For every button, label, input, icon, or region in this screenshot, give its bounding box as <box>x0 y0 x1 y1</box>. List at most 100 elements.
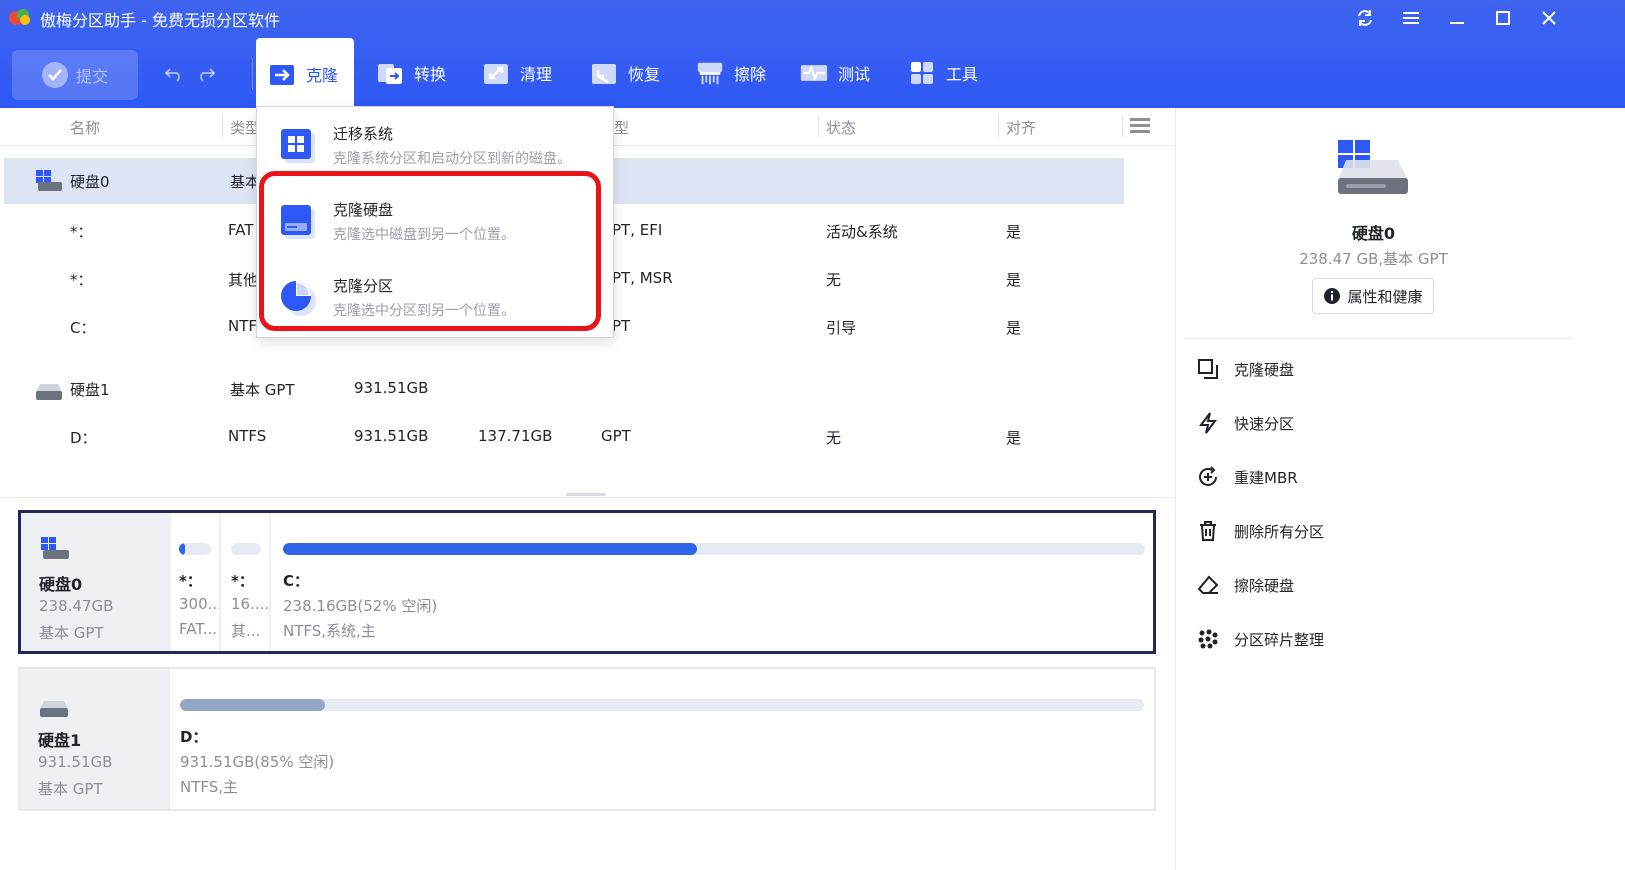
menu-item-desc: 克隆选中磁盘到另一个位置。 <box>333 227 515 243</box>
usage-bar-fill <box>180 699 325 711</box>
usage-bar <box>231 543 261 555</box>
undo-icon[interactable] <box>162 62 186 86</box>
action-delete-all-partitions[interactable]: 删除所有分区 <box>1196 516 1324 546</box>
tool-wipe[interactable]: 擦除 <box>684 38 778 108</box>
row-capacity: 931.51GB <box>354 427 429 445</box>
row-align: 是 <box>1006 223 1022 241</box>
row-name: 硬盘0 <box>70 173 110 191</box>
trash-icon <box>1196 519 1220 543</box>
row-status: 无 <box>826 429 842 447</box>
disk-map-disk1[interactable]: 硬盘1 931.51GB 基本 GPT D： 931.51GB(85% 空闲) … <box>18 667 1156 811</box>
cleanup-icon <box>482 59 510 87</box>
minimize-icon[interactable] <box>1442 4 1472 32</box>
tool-convert[interactable]: 转换 <box>364 38 458 108</box>
col-name[interactable]: 名称 <box>70 117 100 138</box>
tool-label: 测试 <box>838 65 871 84</box>
menu-item-title: 迁移系统 <box>333 125 394 143</box>
action-label: 快速分区 <box>1234 414 1295 433</box>
commit-button[interactable]: 提交 <box>12 50 138 100</box>
selected-disk-name: 硬盘0 <box>1351 224 1396 243</box>
row-fs: GPT <box>601 427 631 445</box>
disk-map-disk0[interactable]: 硬盘0 238.47GB 基本 GPT *： 300... FAT... *： … <box>18 510 1156 654</box>
column-settings-icon[interactable] <box>1130 117 1150 139</box>
menu-item-desc: 克隆选中分区到另一个位置。 <box>333 303 515 319</box>
commit-label: 提交 <box>75 67 108 86</box>
refresh-icon[interactable] <box>1350 4 1380 32</box>
partition-fs: NTFS,主 <box>180 778 239 796</box>
disk-size: 931.51GB <box>38 753 113 771</box>
disk-icon <box>40 701 68 717</box>
row-type: 其他 <box>228 271 259 289</box>
row-name: C： <box>70 319 96 337</box>
partition-block[interactable]: *： 16.... 其... <box>221 513 269 651</box>
properties-health-label: 属性和健康 <box>1347 287 1423 306</box>
selected-disk-info: 238.47 GB,基本 GPT <box>1299 250 1448 268</box>
disk-icon <box>36 170 62 191</box>
right-panel: 硬盘0 238.47 GB,基本 GPT 属性和健康 克隆硬盘 快速分区 重建M… <box>1175 108 1625 870</box>
tool-tools[interactable]: 工具 <box>896 38 990 108</box>
col-fs[interactable]: 型 <box>614 117 629 138</box>
maximize-icon[interactable] <box>1488 4 1518 32</box>
partition-fs: FAT... <box>179 620 218 638</box>
action-wipe-disk[interactable]: 擦除硬盘 <box>1196 570 1294 600</box>
tool-test[interactable]: 测试 <box>788 38 882 108</box>
table-row[interactable]: D： NTFS 931.51GB 137.71GB GPT 无 是 <box>0 414 1175 460</box>
partition-block-d[interactable]: D： 931.51GB(85% 空闲) NTFS,主 <box>170 669 1150 809</box>
splitter-handle[interactable] <box>566 493 606 496</box>
action-clone-disk[interactable]: 克隆硬盘 <box>1196 354 1294 384</box>
recover-icon <box>590 59 618 87</box>
usage-bar-fill <box>283 543 697 555</box>
row-status: 活动&系统 <box>826 223 898 241</box>
row-fs: PT, MSR <box>612 269 673 287</box>
action-defragment[interactable]: 分区碎片整理 <box>1196 624 1324 654</box>
rebuild-icon <box>1196 465 1220 489</box>
menu-item-migrate-os[interactable]: 迁移系统 克隆系统分区和启动分区到新的磁盘。 <box>257 107 613 183</box>
partition-size: 931.51GB(85% 空闲) <box>180 753 335 771</box>
eraser-icon <box>1196 573 1220 597</box>
disk-name: 硬盘0 <box>39 575 83 594</box>
row-type: NTF <box>228 317 258 335</box>
divider <box>1184 338 1572 339</box>
toolbar-separator <box>252 58 253 90</box>
partition-block-c[interactable]: C： 238.16GB(52% 空闲) NTFS,系统,主 <box>271 513 1151 651</box>
menu-item-title: 克隆分区 <box>333 277 394 295</box>
usage-bar <box>179 543 211 555</box>
menu-item-clone-partition[interactable]: 克隆分区 克隆选中分区到另一个位置。 <box>257 259 613 335</box>
app-title: 傲梅分区助手 - 免费无损分区软件 <box>40 11 280 30</box>
row-name: *： <box>70 271 93 289</box>
redo-icon[interactable] <box>194 62 218 86</box>
col-status[interactable]: 状态 <box>826 117 856 138</box>
col-divider <box>818 116 819 138</box>
action-label: 重建MBR <box>1234 468 1298 487</box>
tool-cleanup[interactable]: 清理 <box>470 38 564 108</box>
table-row-disk1[interactable]: 硬盘1 基本 GPT 931.51GB <box>0 366 1175 412</box>
wipe-icon <box>696 59 724 87</box>
properties-health-button[interactable]: 属性和健康 <box>1312 278 1434 314</box>
col-align[interactable]: 对齐 <box>1006 117 1036 138</box>
check-icon <box>41 62 68 88</box>
menu-item-title: 克隆硬盘 <box>333 201 394 219</box>
top-bar: 傲梅分区助手 - 免费无损分区软件 提交 克隆 转换 清理 恢复 擦除 测试 工… <box>0 0 1625 110</box>
action-quick-partition[interactable]: 快速分区 <box>1196 408 1294 438</box>
lightning-icon <box>1196 411 1220 435</box>
close-icon[interactable] <box>1534 4 1564 32</box>
row-align: 是 <box>1006 429 1022 447</box>
clone-dropdown-menu: 迁移系统 克隆系统分区和启动分区到新的磁盘。 克隆硬盘 克隆选中磁盘到另一个位置… <box>256 106 614 338</box>
clone-icon <box>268 60 296 88</box>
partition-block[interactable]: *： 300... FAT... <box>171 513 219 651</box>
tool-clone[interactable]: 克隆 <box>256 38 354 110</box>
partition-label: D： <box>180 728 208 746</box>
usage-bar <box>180 699 1144 711</box>
menu-icon[interactable] <box>1396 4 1426 32</box>
menu-item-clone-disk[interactable]: 克隆硬盘 克隆选中磁盘到另一个位置。 <box>257 183 613 259</box>
tools-icon <box>908 59 936 87</box>
row-type: NTFS <box>228 427 267 445</box>
partition-size: 238.16GB(52% 空闲) <box>283 597 438 615</box>
action-rebuild-mbr[interactable]: 重建MBR <box>1196 462 1298 492</box>
row-name: *： <box>70 223 93 241</box>
tool-recover[interactable]: 恢复 <box>578 38 672 108</box>
divider <box>0 497 1175 498</box>
tool-label: 工具 <box>946 65 979 84</box>
row-type: FAT <box>228 221 254 239</box>
menu-item-desc: 克隆系统分区和启动分区到新的磁盘。 <box>333 151 571 167</box>
